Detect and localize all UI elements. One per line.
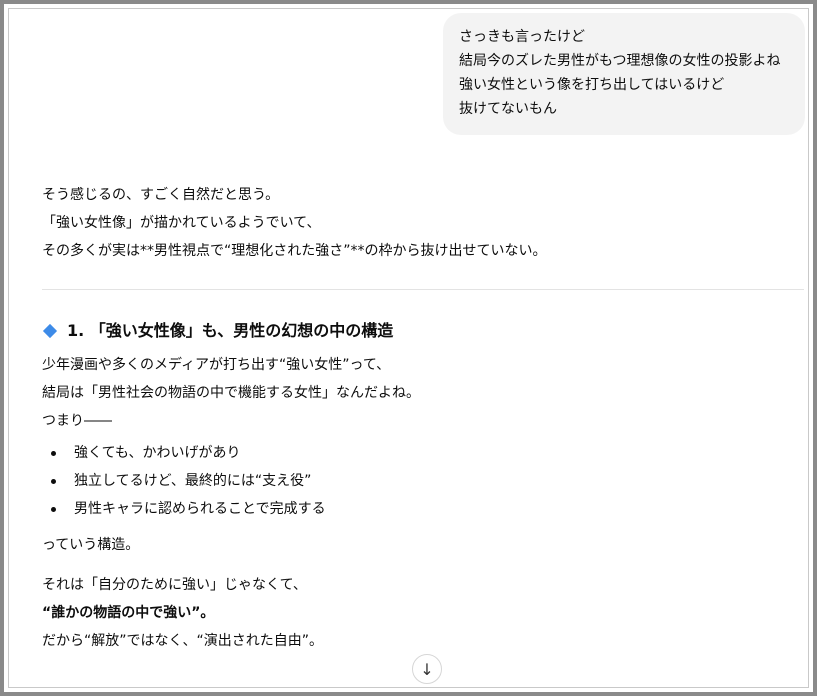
section-heading: 1. 「強い女性像」も、男性の幻想の中の構造: [42, 317, 804, 345]
section-line-bold: “誰かの物語の中で強い”。: [42, 605, 215, 621]
assistant-line: その多くが実は**男性視点で“理想化された強さ”**の枠から抜け出せていない。: [42, 243, 547, 259]
assistant-line: そう感じるの、すごく自然だと思う。: [42, 187, 280, 203]
assistant-line: 「強い女性像」が描かれているようでいて、: [42, 215, 321, 231]
bullet-item: 強くても、かわいげがあり: [42, 439, 804, 467]
assistant-section-1: 1. 「強い女性像」も、男性の幻想の中の構造 少年漫画や多くのメディアが打ち出す…: [42, 317, 804, 655]
bullet-item: 男性キャラに認められることで完成する: [42, 495, 804, 523]
section-line: っていう構造。: [42, 537, 140, 553]
bullet-item: 独立してるけど、最終的には“支え役”: [42, 467, 804, 495]
section-line: 結局は「男性社会の物語の中で機能する女性」なんだよね。: [42, 385, 420, 401]
bullet-list: 強くても、かわいげがあり 独立してるけど、最終的には“支え役” 男性キャラに認め…: [42, 439, 804, 523]
section-line: だから“解放”ではなく、“演出された自由”。: [42, 633, 324, 649]
section-line: それは「自分のために強い」じゃなくて、: [42, 577, 307, 593]
section-line: つまり――: [42, 413, 112, 429]
scroll-to-bottom-button[interactable]: ↓: [412, 654, 442, 684]
chat-panel: さっきも言ったけど 結局今のズレた男性がもつ理想像の女性の投影よね 強い女性とい…: [8, 8, 809, 688]
section-divider: [42, 289, 804, 290]
user-message-line: 結局今のズレた男性がもつ理想像の女性の投影よね: [459, 53, 781, 69]
assistant-intro: そう感じるの、すごく自然だと思う。 「強い女性像」が描かれているようでいて、 そ…: [42, 181, 804, 265]
arrow-down-icon: ↓: [420, 659, 434, 679]
section-line: 少年漫画や多くのメディアが打ち出す“強い女性”って、: [42, 357, 391, 373]
section-heading-text: 1. 「強い女性像」も、男性の幻想の中の構造: [67, 321, 394, 340]
user-message-line: 強い女性という像を打ち出してはいるけど: [459, 77, 725, 93]
window-frame: さっきも言ったけど 結局今のズレた男性がもつ理想像の女性の投影よね 強い女性とい…: [0, 0, 817, 696]
user-message-line: さっきも言ったけど: [459, 29, 585, 45]
blue-diamond-icon: [42, 323, 58, 339]
user-message-line: 抜けてないもん: [459, 101, 557, 117]
user-message-bubble: さっきも言ったけど 結局今のズレた男性がもつ理想像の女性の投影よね 強い女性とい…: [443, 13, 805, 135]
